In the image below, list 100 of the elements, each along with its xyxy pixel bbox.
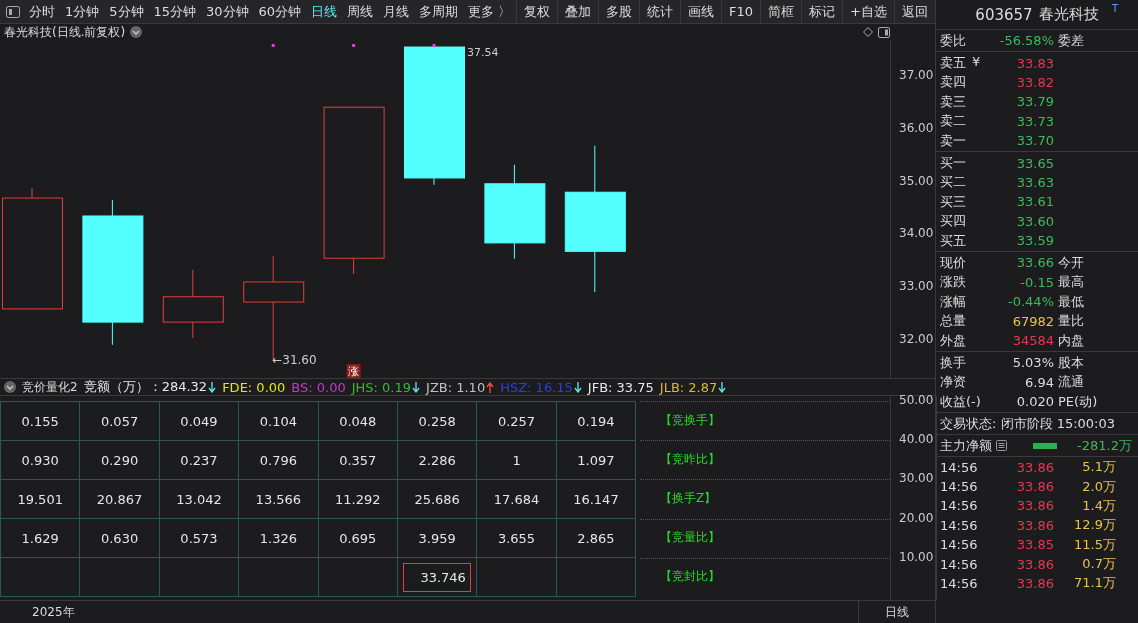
trade-time: 14:56 [940,498,979,514]
trading-status: 交易状态: 闭市阶段 15:00:03 [940,414,1116,433]
table-cell: 0.573 [159,519,240,558]
trade-price: 33.86 [1015,459,1054,475]
quote-label: 净资 [940,373,966,392]
quote-value: 33.83 [1015,55,1054,71]
period-label: 日线 [885,603,909,621]
period-tab[interactable]: 月线 [378,0,415,23]
toolbar-button[interactable]: 简框 [760,0,802,23]
dropdown-icon[interactable] [130,26,143,38]
down-arrow-icon [718,381,727,393]
table-cell: 13.566 [239,480,319,519]
toolbar-button[interactable]: 统计 [639,0,681,23]
toolbar-button[interactable]: F10 [721,0,761,23]
table-cell: 0.796 [239,441,319,480]
list-icon[interactable] [996,440,1007,452]
quote-label: 换手 [940,353,966,372]
toolbar-button[interactable]: +自选 [842,0,894,23]
axis-tick-label: 40.00 [899,432,934,447]
indicator-value: HSZ: 16.15 [500,379,573,395]
quote-label: 涨幅 [940,292,966,311]
axis-tick-label: 30.00 [899,471,934,486]
quote-value: -56.58% [998,33,1054,49]
quote-value: 33.66 [1015,255,1054,271]
panel-toggle-icon[interactable] [6,5,20,18]
chart-title: 春光科技(日线.前复权) [4,23,126,41]
trade-time: 14:56 [940,517,979,533]
trade-price: 33.86 [1015,575,1054,591]
trade-price: 33.85 [1015,537,1054,553]
period-tab[interactable]: 60分钟 [253,0,307,23]
period-tab[interactable]: 5分钟 [104,0,149,23]
quote-label: 主力净额 [940,436,992,455]
dropdown-icon [4,381,16,393]
quote-label: 买一 [940,154,966,173]
toolbar-button[interactable]: 多股 [598,0,640,23]
down-arrow-icon [412,381,421,393]
trade-time: 14:56 [940,575,979,591]
table-cell: 16.147 [556,480,637,519]
quote-label: 买三 [940,192,966,211]
axis-tick-label: 20.00 [899,510,934,525]
table-cell: 0.155 [1,402,81,441]
indicator-value: 竞额（万）：284.32 [83,378,208,396]
quote-value: -0.15 [1019,274,1054,290]
quote-label: 卖二 [940,112,966,131]
quote-value: 33.60 [1015,213,1054,229]
trade-volume: 71.1万 [1073,574,1116,593]
up-arrow-icon [486,381,495,393]
indicator-value: JHS: 0.19 [351,379,412,395]
quote-label: 今开 [1058,255,1084,270]
quote-label: 外盘 [940,331,966,350]
period-tab[interactable]: 更多 〉 [463,0,517,23]
quote-label: 量比 [1058,313,1084,329]
table-cell: 19.501 [1,480,81,519]
quote-label: 买四 [940,212,966,231]
quote-label: 卖三 [940,92,966,111]
currency-mark: ¥ [972,54,981,72]
table-cell: 0.049 [159,402,240,441]
low-price-label: ←31.60 [272,353,317,368]
quote-value: 33.59 [1015,233,1054,249]
toolbar-button[interactable]: 返回 [893,0,935,23]
row-label: 【竞昨比】 [660,451,720,468]
period-tab[interactable]: 多周期 [414,0,464,23]
trade-volume: 12.9万 [1073,516,1116,535]
table-cell: 0.695 [318,519,398,558]
panel-icon[interactable] [878,26,890,38]
quote-value: -281.2万 [1077,436,1133,455]
table-cell: 17.684 [477,480,557,519]
period-tab[interactable]: 30分钟 [201,0,254,23]
table-cell: 0.930 [1,441,81,480]
quote-value: 33.82 [1015,74,1054,90]
row-label: 【换手Z】 [660,490,717,507]
toolbar-button[interactable]: 画线 [680,0,722,23]
stock-code: 603657 [975,5,1033,24]
period-tab[interactable]: 1分钟 [60,0,105,23]
quote-label: 卖五 [940,54,966,73]
table-cell: 0.237 [159,441,240,480]
indicator-value: JFB: 33.75 [587,379,654,395]
toolbar-button[interactable]: 标记 [801,0,843,23]
period-tab[interactable]: 15分钟 [148,0,202,23]
quote-label: 买五 [940,231,966,250]
table-cell: 2.286 [397,441,478,480]
row-label: 【竞换手】 [660,412,720,429]
table-cell: 0.258 [397,402,478,441]
toolbar-button[interactable]: 复权 [516,0,558,23]
table-cell: 0.057 [80,402,160,441]
period-tab[interactable]: 分时 [24,0,60,23]
table-cell: 0.257 [477,402,557,441]
rise-tag: 涨 [346,364,361,378]
boxed-value: 33.746 [403,562,471,592]
quote-value: 33.63 [1015,174,1054,190]
quote-label: 收益(-) [940,392,981,411]
quote-value: 6.94 [1024,374,1054,390]
period-tab[interactable]: 周线 [342,0,379,23]
trade-volume: 1.4万 [1081,496,1116,515]
trade-volume: 5.1万 [1081,458,1116,477]
price-tick-label: 36.00 [899,120,934,135]
row-label: 【竞量比】 [660,529,720,546]
trade-price: 33.86 [1015,517,1054,533]
period-tab[interactable]: 日线 [306,0,343,23]
toolbar-button[interactable]: 叠加 [557,0,599,23]
